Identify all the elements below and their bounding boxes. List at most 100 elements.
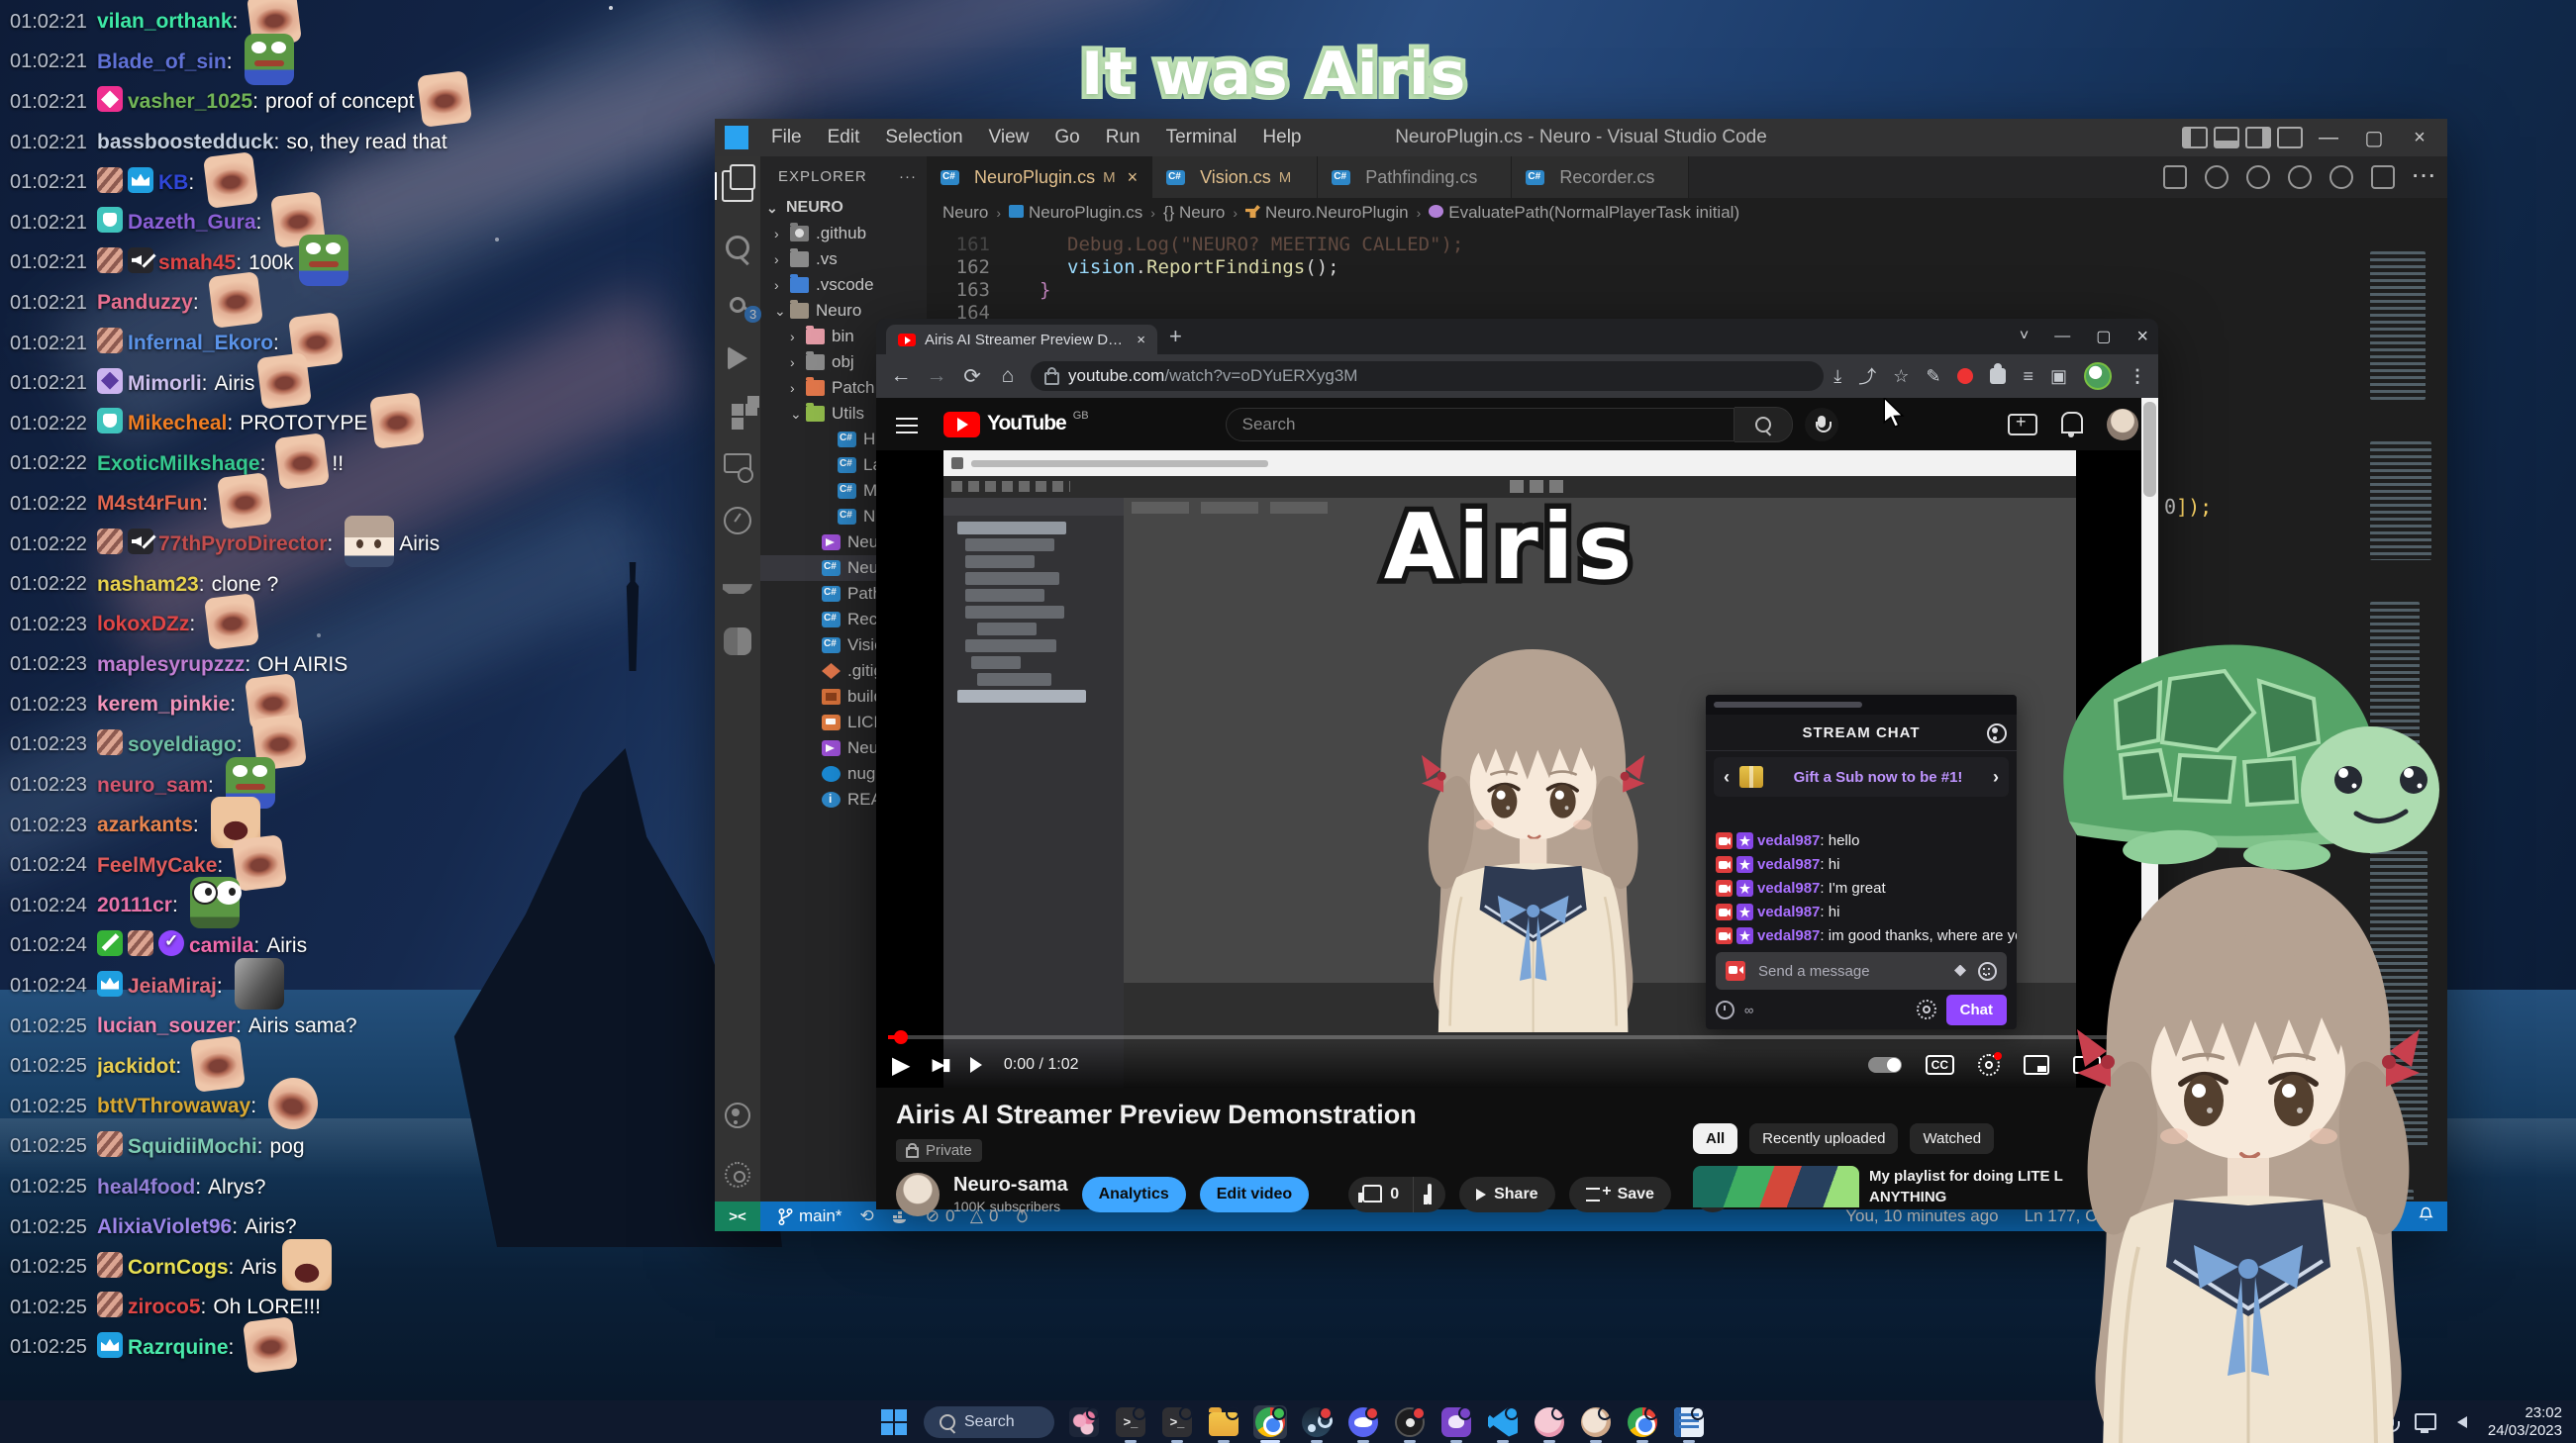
compare-icon[interactable] <box>2163 165 2187 189</box>
minimize-button[interactable]: — <box>2054 328 2070 345</box>
taskbar-app-icon[interactable] <box>1533 1405 1566 1439</box>
save-button[interactable]: Save <box>1569 1177 1671 1212</box>
captions-icon[interactable]: CC <box>1926 1055 1954 1075</box>
encoding[interactable]: UTF-8 <box>2260 1206 2308 1226</box>
voice-search-icon[interactable] <box>1805 408 1838 441</box>
taskbar-app-icon[interactable] <box>1207 1405 1240 1439</box>
prev-change-icon[interactable] <box>2246 165 2270 189</box>
explorer-root-folder[interactable]: ⌄NEURO <box>760 195 927 221</box>
menu-item[interactable]: Go <box>1043 123 1090 152</box>
minimap[interactable] <box>2370 251 2431 1202</box>
explorer-icon[interactable] <box>722 170 753 202</box>
toggle-sidebar-icon[interactable] <box>2182 127 2208 148</box>
volume-tray-icon[interactable] <box>2457 1416 2467 1428</box>
breadcrumb[interactable]: Neuro› NeuroPlugin.cs› {} Neuro› Neuro.N… <box>927 198 2447 228</box>
menu-item[interactable]: View <box>978 123 1040 152</box>
share-button[interactable]: Share <box>1459 1177 1554 1212</box>
back-icon[interactable]: ← <box>888 364 914 388</box>
taskbar-app-icon[interactable] <box>1439 1405 1473 1439</box>
maximize-button[interactable]: ▢ <box>2096 327 2111 346</box>
explorer-actions[interactable]: ··· <box>899 168 917 185</box>
share-icon[interactable]: ⤴ <box>1858 363 1876 389</box>
filter-chip[interactable]: All <box>1693 1123 1737 1154</box>
hamburger-menu-icon[interactable] <box>896 418 918 420</box>
start-button[interactable] <box>877 1405 911 1439</box>
explorer-file-item[interactable]: › .vs <box>760 246 927 272</box>
menu-item[interactable]: Run <box>1095 123 1151 152</box>
taskbar-app-icon[interactable] <box>1626 1405 1659 1439</box>
next-change-icon[interactable] <box>2288 165 2312 189</box>
microphone-tray-icon[interactable] <box>2386 1416 2394 1428</box>
play-button[interactable]: ▶ <box>892 1051 910 1080</box>
channel-avatar[interactable] <box>896 1173 940 1216</box>
search-icon[interactable] <box>726 236 749 259</box>
player-settings-gear-icon[interactable] <box>1978 1054 2000 1076</box>
accounts-icon[interactable] <box>725 1103 750 1128</box>
filter-chip[interactable]: Recently uploaded <box>1749 1123 1898 1154</box>
python-icon[interactable] <box>724 627 751 655</box>
search-button[interactable] <box>1734 407 1793 442</box>
minimize-button[interactable]: — <box>2309 127 2348 149</box>
chat-send-button[interactable]: Chat <box>1946 995 2007 1025</box>
suggested-playlist[interactable]: My playlist for doing LITE L ANYTHING <box>1693 1166 2138 1207</box>
chat-settings-gear-icon[interactable] <box>1917 1000 1936 1019</box>
profile-avatar[interactable] <box>2084 362 2112 390</box>
new-tab-button[interactable]: + <box>1169 324 1182 349</box>
gift-sub-banner[interactable]: ‹ Gift a Sub now to be #1! › <box>1714 757 2009 797</box>
menu-item[interactable]: File <box>760 123 813 152</box>
page-scrollbar[interactable] <box>2141 398 2158 1209</box>
like-button[interactable]: 0 <box>1348 1177 1414 1212</box>
taskbar-app-icon[interactable] <box>1579 1405 1613 1439</box>
taskbar-app-icon[interactable] <box>1672 1405 1706 1439</box>
fullscreen-icon[interactable] <box>2125 1056 2142 1074</box>
dislike-button[interactable] <box>1414 1177 1445 1212</box>
maximize-button[interactable]: ▢ <box>2354 126 2394 150</box>
home-icon[interactable]: ⌂ <box>995 364 1021 388</box>
bits-icon[interactable] <box>1954 965 1966 977</box>
browser-tab[interactable]: Airis AI Streamer Preview Demo × <box>886 325 1157 354</box>
miniplayer-icon[interactable] <box>2024 1055 2049 1075</box>
video-progress-bar[interactable] <box>888 1035 2146 1039</box>
bookmark-star-icon[interactable]: ☆ <box>1893 366 1909 387</box>
taskbar-app-icon[interactable]: >_ <box>1114 1405 1147 1439</box>
edit-video-button[interactable]: Edit video <box>1200 1177 1309 1212</box>
explorer-file-item[interactable]: › .vscode <box>760 272 927 298</box>
reading-list-icon[interactable]: ≡ <box>2023 366 2033 387</box>
theater-mode-icon[interactable] <box>2073 1056 2101 1074</box>
filter-chip[interactable]: Watched <box>1910 1123 1994 1154</box>
tab-close-icon[interactable]: × <box>1128 167 1139 188</box>
next-button[interactable]: ▶▮ <box>932 1055 947 1075</box>
menu-item[interactable]: Edit <box>817 123 871 152</box>
editor-tab[interactable]: Pathfinding.cs <box>1318 156 1512 198</box>
editor-tab[interactable]: Vision.cs M <box>1152 156 1318 198</box>
analytics-button[interactable]: Analytics <box>1082 1177 1186 1212</box>
address-bar[interactable]: youtube.com/watch?v=oDYuERXyg3M <box>1031 361 1824 391</box>
video-player[interactable]: Airis STREAM CHAT ‹ Gift a Sub now to be… <box>876 450 2158 1088</box>
explorer-file-item[interactable]: › .github <box>760 221 927 246</box>
taskbar-search[interactable]: Search <box>924 1406 1054 1438</box>
menu-item[interactable]: Help <box>1251 123 1312 152</box>
gitlens-icon[interactable] <box>724 507 751 534</box>
forward-icon[interactable]: → <box>924 364 949 388</box>
toggle-panel-icon[interactable] <box>2214 127 2239 148</box>
tab-search-chevron-icon[interactable]: ˅ <box>2020 328 2029 345</box>
side-panel-icon[interactable]: ▣ <box>2050 366 2067 387</box>
clock[interactable]: 23:02 24/03/2023 <box>2488 1404 2562 1440</box>
more-actions-icon[interactable]: ··· <box>2413 166 2437 188</box>
tab-close-icon[interactable]: × <box>1137 332 1145 348</box>
split-editor-icon[interactable] <box>2371 165 2395 189</box>
notifications-bell-icon[interactable] <box>2061 412 2083 433</box>
extensions-icon[interactable] <box>732 404 743 416</box>
taskbar-app-icon[interactable] <box>1253 1405 1287 1439</box>
settings-gear-icon[interactable] <box>725 1162 750 1188</box>
app-tray-icon[interactable] <box>2349 1414 2365 1430</box>
account-avatar[interactable] <box>2107 409 2138 440</box>
docker-icon[interactable] <box>723 572 752 594</box>
close-button[interactable]: × <box>2400 127 2439 149</box>
taskbar-app-icon[interactable] <box>1346 1405 1380 1439</box>
liveshare-icon[interactable] <box>2375 1206 2393 1227</box>
menu-dots-icon[interactable]: ⋮ <box>2129 366 2146 387</box>
channel-name[interactable]: Neuro-sama <box>953 1174 1068 1197</box>
cloud-tray-icon[interactable] <box>2303 1416 2328 1427</box>
chat-history-icon[interactable] <box>1716 1001 1734 1019</box>
